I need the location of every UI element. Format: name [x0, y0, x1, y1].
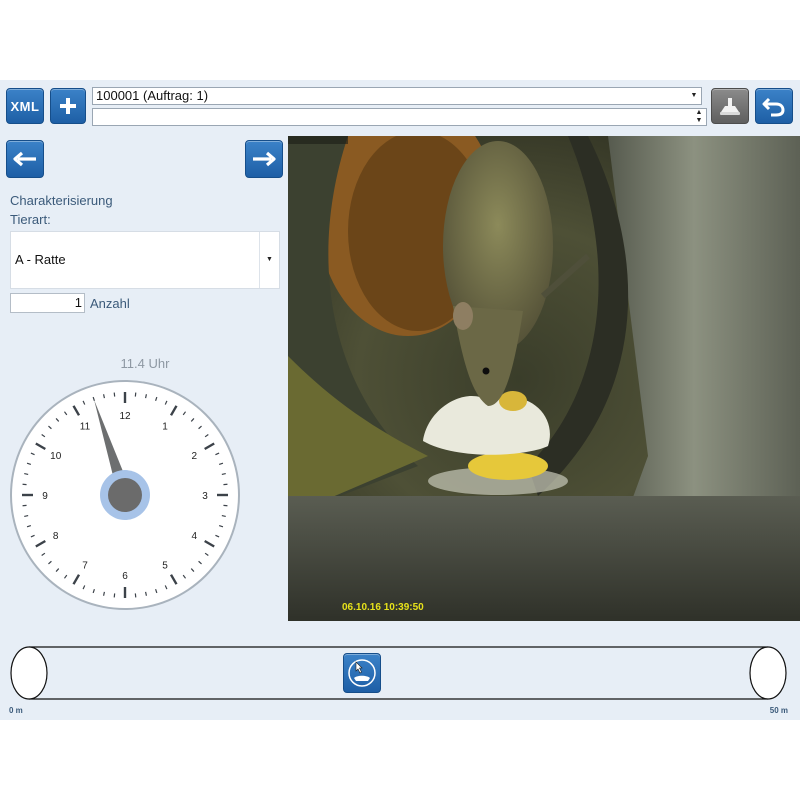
clock-number: 10: [50, 451, 62, 462]
video-timestamp: 06.10.16 10:39:50: [342, 602, 424, 613]
chevron-down-icon[interactable]: ▼: [687, 88, 701, 104]
clock-number: 12: [119, 411, 131, 422]
add-button[interactable]: [50, 88, 86, 124]
pipe-start-cap: [10, 646, 48, 700]
xml-export-button[interactable]: XML: [6, 88, 44, 124]
undo-button[interactable]: [755, 88, 793, 124]
bait-spot: [499, 391, 527, 411]
animal-type-select[interactable]: A - Ratte ▼: [10, 231, 280, 289]
secondary-combo[interactable]: ▲ ▼: [92, 108, 707, 126]
clock-minor-tick: [24, 472, 29, 476]
camera-video-frame[interactable]: 06.10.16 10:39:50: [288, 136, 800, 621]
clock-number: 7: [82, 560, 88, 571]
app-window: XML 100001 (Auftrag: 1) ▼ ▲ ▼ Charakteri…: [0, 80, 800, 720]
clock-number: 9: [42, 491, 48, 502]
clock-caption: 11.4 Uhr: [120, 356, 170, 371]
record-combo-value: 100001 (Auftrag: 1): [96, 88, 209, 103]
clock-number: 5: [162, 560, 168, 571]
arrow-right-icon: [253, 151, 276, 167]
clock-number: 6: [122, 571, 128, 582]
spinner-icon[interactable]: ▲ ▼: [692, 109, 706, 125]
previous-button[interactable]: [6, 140, 44, 178]
xml-button-label: XML: [10, 98, 40, 114]
record-combo[interactable]: 100001 (Auftrag: 1) ▼: [92, 87, 702, 105]
clock-minor-tick: [221, 514, 226, 518]
rat-eye: [482, 367, 490, 375]
clock-number: 11: [80, 422, 91, 433]
animal-type-label: Tierart:: [10, 212, 51, 227]
observation-icon: [347, 659, 376, 687]
video-overlay-header: [288, 136, 348, 144]
clock-number: 3: [202, 491, 208, 502]
clock-number: 4: [192, 531, 198, 542]
clock-minor-tick: [221, 472, 226, 476]
chevron-down-icon[interactable]: ▼: [259, 232, 279, 288]
arrow-left-icon: [13, 151, 36, 167]
clock-hub: [108, 478, 142, 512]
section-label: Charakterisierung: [10, 193, 113, 208]
clock-minor-tick: [24, 514, 29, 518]
camera-robot-icon: [720, 98, 740, 115]
pipe-overview[interactable]: 0 m 50 m: [0, 642, 800, 720]
inspection-tool-button[interactable]: [711, 88, 749, 124]
animal-type-value: A - Ratte: [15, 252, 66, 267]
clock-number: 2: [192, 451, 198, 462]
clock-minor-tick: [102, 591, 106, 596]
count-label: Anzahl: [90, 296, 130, 311]
rat-ear: [453, 302, 473, 330]
clock-minor-tick: [144, 394, 148, 399]
count-input[interactable]: 1: [10, 293, 85, 313]
pipe-schematic: [10, 646, 787, 700]
bait-yellow: [468, 452, 548, 480]
observation-marker[interactable]: [342, 653, 381, 693]
clock-number: 1: [162, 422, 168, 433]
undo-arrow-icon: [762, 97, 785, 117]
pipe-end-cap: [749, 646, 787, 700]
plus-icon: [60, 98, 76, 114]
clock-minor-tick: [102, 394, 106, 399]
next-button[interactable]: [245, 140, 283, 178]
pipe-end-label: 50 m: [769, 706, 788, 715]
clock-position-dial[interactable]: 121234567891011: [8, 378, 242, 612]
pipe-start-label: 0 m: [9, 706, 23, 715]
clock-number: 8: [53, 531, 59, 542]
clock-minor-tick: [144, 591, 148, 596]
